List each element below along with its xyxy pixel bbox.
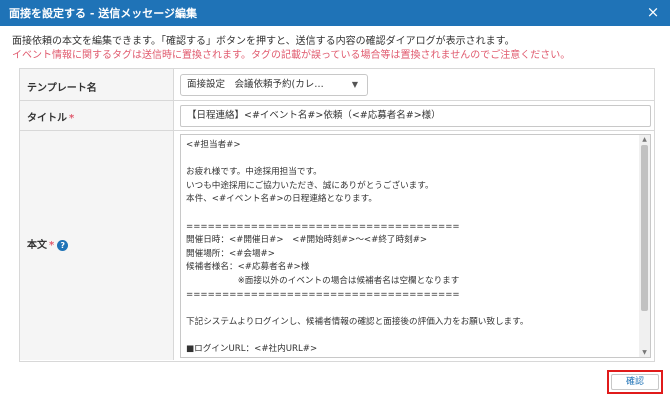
dialog-titlebar: 面接を設定する - 送信メッセージ編集 ×: [0, 0, 670, 26]
template-select[interactable]: 面接設定 会議依頼予約(カレ… ▼: [180, 74, 368, 96]
body-text-line: [186, 329, 636, 343]
body-text-line: <#担当者#>: [186, 140, 241, 150]
scroll-up-icon[interactable]: ▲: [639, 136, 650, 143]
textarea-scrollbar[interactable]: ▲ ▼: [639, 135, 650, 357]
body-textarea[interactable]: <#担当者#> お疲れ様です。中途採用担当です。いつも中途採用にご協力いただき、…: [180, 134, 651, 358]
body-text-line: [186, 153, 636, 167]
dropdown-arrow-icon: ▼: [351, 80, 358, 89]
template-selected-value: 面接設定 会議依頼予約(カレ…: [187, 79, 324, 90]
required-mark: *: [69, 113, 75, 124]
template-label: テンプレート名: [27, 83, 97, 94]
template-row: テンプレート名 面接設定 会議依頼予約(カレ… ▼: [20, 69, 654, 101]
body-text-line: 下記システムよりログインし、候補者情報の確認と面接後の評価入力をお願い致します。: [186, 316, 529, 327]
title-label: タイトル: [27, 113, 67, 124]
body-text-line: [186, 302, 636, 316]
title-row: タイトル * 【日程連絡】<#イベント名#>依頼（<#応募者名#>様）: [20, 101, 654, 131]
help-icon[interactable]: ?: [57, 240, 69, 251]
body-text-line: [186, 207, 636, 221]
description: 面接依頼の本文を編集できます。「確認する」ボタンを押すと、送信する内容の確認ダイ…: [12, 32, 571, 61]
scroll-thumb[interactable]: [641, 145, 648, 311]
message-form: テンプレート名 面接設定 会議依頼予約(カレ… ▼ タイトル * 【日程連絡】<#…: [19, 68, 655, 362]
title-input[interactable]: 【日程連絡】<#イベント名#>依頼（<#応募者名#>様）: [180, 105, 651, 127]
title-input-value: 【日程連絡】<#イベント名#>依頼（<#応募者名#>様）: [187, 110, 441, 121]
body-text-line: ■ログインID：メールアドレス: [186, 357, 636, 358]
body-label: 本文: [27, 240, 47, 251]
title-label-wrap: タイトル *: [27, 109, 74, 124]
body-text-line: 本件、<#イベント名#>の日程連絡となります。: [186, 194, 377, 205]
template-label-cell: テンプレート名: [20, 69, 174, 100]
body-label-cell: 本文 *?: [20, 131, 174, 360]
body-row: 本文 *? <#担当者#> お疲れ様です。中途採用担当です。いつも中途採用にご協力…: [20, 131, 654, 360]
confirm-button[interactable]: 確認: [611, 374, 659, 390]
body-text: <#担当者#> お疲れ様です。中途採用担当です。いつも中途採用にご協力いただき、…: [186, 139, 636, 358]
description-line: 面接依頼の本文を編集できます。「確認する」ボタンを押すと、送信する内容の確認ダイ…: [12, 36, 515, 47]
body-text-line: 開催日時：<#開催日#> <#開始時刻#>〜<#終了時刻#>: [186, 235, 428, 246]
body-text-line: 開催場所：<#会場#>: [186, 248, 275, 259]
title-label-cell: タイトル *: [20, 101, 174, 130]
body-label-wrap: 本文 *?: [27, 236, 69, 251]
body-text-line: お疲れ様です。中途採用担当です。: [186, 167, 322, 178]
close-icon[interactable]: ×: [644, 3, 662, 21]
body-text-line: ※面接以外のイベントの場合は候補者名は空欄となります: [186, 275, 460, 286]
body-text-line: 候補者様名：<#応募者名#>様: [186, 262, 310, 273]
body-text-line: いつも中途採用にご協力いただき、誠にありがとうございます。: [186, 180, 434, 191]
body-text-line: ■ログインURL：<#社内URL#>: [186, 343, 318, 354]
confirm-highlight: 確認: [607, 370, 663, 394]
dialog-title: 面接を設定する - 送信メッセージ編集: [9, 7, 198, 20]
required-mark: *: [49, 240, 55, 251]
body-text-line: ======================================: [186, 289, 460, 300]
warning-line: イベント情報に関するタグは送信時に置換されます。タグの記載が誤っている場合等は置…: [12, 50, 571, 61]
body-text-line: ======================================: [186, 221, 460, 232]
scroll-down-icon[interactable]: ▼: [639, 349, 650, 356]
